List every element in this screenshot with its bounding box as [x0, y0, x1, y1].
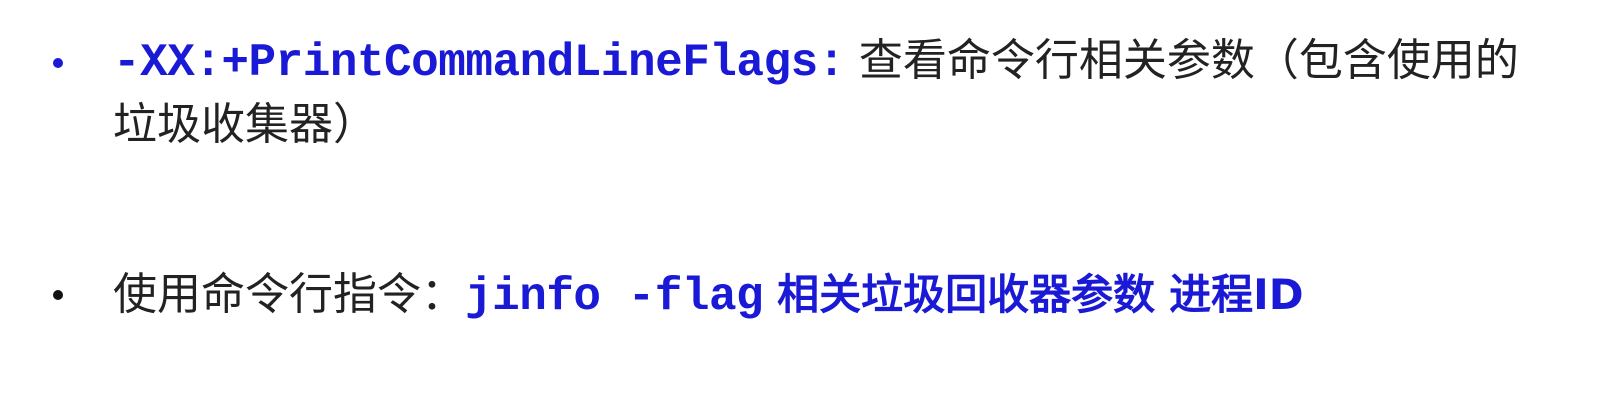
bullet-dot-icon	[53, 290, 63, 300]
bullet-item-print-flags: -XX:+PrintCommandLineFlags: 查看命令行相关参数（包含…	[0, 30, 1614, 160]
gc-param-placeholder: 相关垃圾回收器参数	[777, 270, 1156, 319]
slide: -XX:+PrintCommandLineFlags: 查看命令行相关参数（包含…	[0, 0, 1614, 401]
jvm-flag-code: -XX:+PrintCommandLineFlags:	[113, 37, 845, 89]
process-id-placeholder: 进程ID	[1169, 270, 1304, 319]
bullet-dot-icon	[53, 58, 63, 68]
command-prefix: 使用命令行指令：	[113, 269, 465, 320]
bullet-text: 使用命令行指令：jinfo -flag 相关垃圾回收器参数 进程ID	[113, 264, 1533, 328]
bullet-item-jinfo: 使用命令行指令：jinfo -flag 相关垃圾回收器参数 进程ID	[0, 264, 1614, 334]
bullet-text: -XX:+PrintCommandLineFlags: 查看命令行相关参数（包含…	[113, 30, 1533, 156]
jinfo-command-code: jinfo -flag	[465, 271, 764, 323]
